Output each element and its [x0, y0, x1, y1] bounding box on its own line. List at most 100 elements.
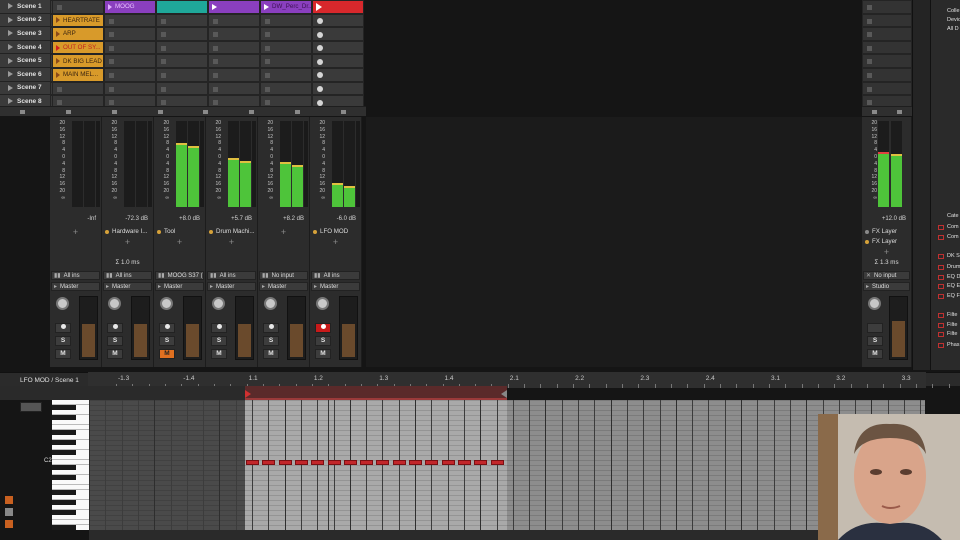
- editor-tool-icon[interactable]: [5, 520, 13, 528]
- piano-keyboard[interactable]: [52, 400, 89, 530]
- loop-end-handle[interactable]: [501, 390, 507, 398]
- mute-button[interactable]: M: [159, 349, 175, 359]
- browser-item[interactable]: Devic: [947, 17, 960, 23]
- clip-slot[interactable]: [104, 27, 156, 41]
- record-arm-button[interactable]: [263, 323, 279, 333]
- scene-launch-icon[interactable]: [8, 71, 13, 78]
- solo-button[interactable]: S: [55, 336, 71, 346]
- browser-item[interactable]: Phas: [947, 342, 960, 348]
- record-arm-button[interactable]: [107, 323, 123, 333]
- midi-note[interactable]: [343, 460, 357, 465]
- browser-item[interactable]: Com: [947, 234, 959, 240]
- mixer-scroll[interactable]: [912, 0, 930, 370]
- clip-slot[interactable]: [312, 40, 364, 55]
- stop-icon[interactable]: [872, 109, 877, 114]
- piano-key[interactable]: [52, 525, 76, 530]
- scene-row[interactable]: Scene 4: [0, 40, 50, 55]
- volume-fader[interactable]: [339, 296, 358, 360]
- record-arm-button[interactable]: [159, 323, 175, 333]
- pan-knob[interactable]: [316, 297, 329, 310]
- scene-row[interactable]: Scene 6: [0, 67, 50, 82]
- volume-fader[interactable]: [79, 296, 98, 360]
- browser-item[interactable]: DK S: [947, 253, 960, 259]
- input-selector[interactable]: ▮▮ All ins: [207, 271, 256, 280]
- browser-item[interactable]: EQ D: [947, 274, 960, 280]
- add-device-icon[interactable]: +: [862, 247, 911, 257]
- clip-slot[interactable]: [260, 67, 312, 82]
- clip-slot[interactable]: [312, 27, 364, 41]
- browser-item[interactable]: All D: [947, 26, 959, 32]
- output-selector[interactable]: ▸ Master: [207, 282, 256, 291]
- device-chip[interactable]: Drum Machi...: [209, 227, 254, 236]
- add-device-icon[interactable]: +: [154, 237, 205, 247]
- loop-region[interactable]: [245, 386, 507, 400]
- browser-item[interactable]: Com: [947, 224, 959, 230]
- browser-item[interactable]: EQ E: [947, 283, 960, 289]
- fader-track[interactable]: [304, 121, 308, 207]
- add-device-icon[interactable]: +: [206, 237, 257, 247]
- clip-heartrate[interactable]: HEARTRATE: [52, 13, 104, 28]
- add-device-icon[interactable]: +: [258, 227, 309, 237]
- scene-row[interactable]: Scene 7: [0, 81, 50, 96]
- add-device-icon[interactable]: +: [102, 237, 153, 247]
- clip-out-of-sync[interactable]: OUT OF SY...: [52, 40, 104, 55]
- output-selector[interactable]: ▸ Master: [259, 282, 308, 291]
- midi-note[interactable]: [311, 460, 325, 465]
- record-arm-button[interactable]: [55, 323, 71, 333]
- clip-slot[interactable]: [260, 81, 312, 96]
- volume-fader[interactable]: [235, 296, 254, 360]
- clip-red[interactable]: [312, 0, 364, 14]
- clip-arp[interactable]: ARP: [52, 27, 104, 41]
- device-chip[interactable]: Tool: [157, 227, 202, 236]
- device-chip[interactable]: FX Layer: [865, 227, 908, 236]
- add-device-icon[interactable]: +: [310, 237, 361, 247]
- fader-track[interactable]: [356, 121, 360, 207]
- device-chip[interactable]: FX Layer: [865, 237, 908, 246]
- solo-button[interactable]: S: [315, 336, 331, 346]
- scene-row[interactable]: Scene 1: [0, 0, 50, 14]
- midi-note[interactable]: [441, 460, 455, 465]
- clip-slot[interactable]: [104, 81, 156, 96]
- mute-button[interactable]: M: [263, 349, 279, 359]
- output-selector[interactable]: ▸ Master: [103, 282, 152, 291]
- clip-slot[interactable]: [312, 13, 364, 28]
- output-selector[interactable]: ▸ Master: [51, 282, 100, 291]
- clip-slot[interactable]: [862, 0, 912, 14]
- input-selector[interactable]: ✕ No input: [863, 271, 910, 280]
- clip-slot[interactable]: [260, 54, 312, 68]
- clip-slot[interactable]: [208, 81, 260, 96]
- scene-launch-icon[interactable]: [8, 44, 13, 51]
- clip-main-mel[interactable]: MAIN MEL...: [52, 67, 104, 82]
- browser-item[interactable]: Filte: [947, 331, 957, 337]
- clip-slot[interactable]: [862, 40, 912, 55]
- midi-note[interactable]: [474, 460, 488, 465]
- clip-slot[interactable]: [52, 81, 104, 96]
- mute-button[interactable]: M: [55, 349, 71, 359]
- pan-knob[interactable]: [160, 297, 173, 310]
- scene-launch-icon[interactable]: [8, 16, 13, 23]
- clip-slot[interactable]: [260, 13, 312, 28]
- clip-teal[interactable]: [156, 0, 208, 14]
- tool-button[interactable]: [20, 402, 42, 412]
- clip-slot[interactable]: [312, 67, 364, 82]
- midi-note[interactable]: [294, 460, 308, 465]
- record-arm-button[interactable]: [315, 323, 331, 333]
- mute-button[interactable]: M: [315, 349, 331, 359]
- input-selector[interactable]: ▮▮ All ins: [51, 271, 100, 280]
- stop-icon[interactable]: [66, 109, 72, 114]
- editor-tool-icon[interactable]: [5, 496, 13, 504]
- midi-note[interactable]: [246, 460, 259, 465]
- clip-slot[interactable]: [862, 81, 912, 96]
- clip-slot[interactable]: [156, 81, 208, 96]
- fader-track[interactable]: [148, 121, 152, 207]
- mute-button[interactable]: M: [211, 349, 227, 359]
- solo-button[interactable]: S: [867, 336, 883, 346]
- solo-button[interactable]: S: [107, 336, 123, 346]
- scene-launch-icon[interactable]: [8, 57, 13, 64]
- add-device-icon[interactable]: +: [50, 227, 101, 237]
- output-selector[interactable]: ▸ Studio: [863, 282, 910, 291]
- clip-slot[interactable]: [156, 13, 208, 28]
- clip-moog[interactable]: MOOG: [104, 0, 156, 14]
- clip-slot[interactable]: [862, 67, 912, 82]
- browser-item[interactable]: Colle: [947, 8, 960, 14]
